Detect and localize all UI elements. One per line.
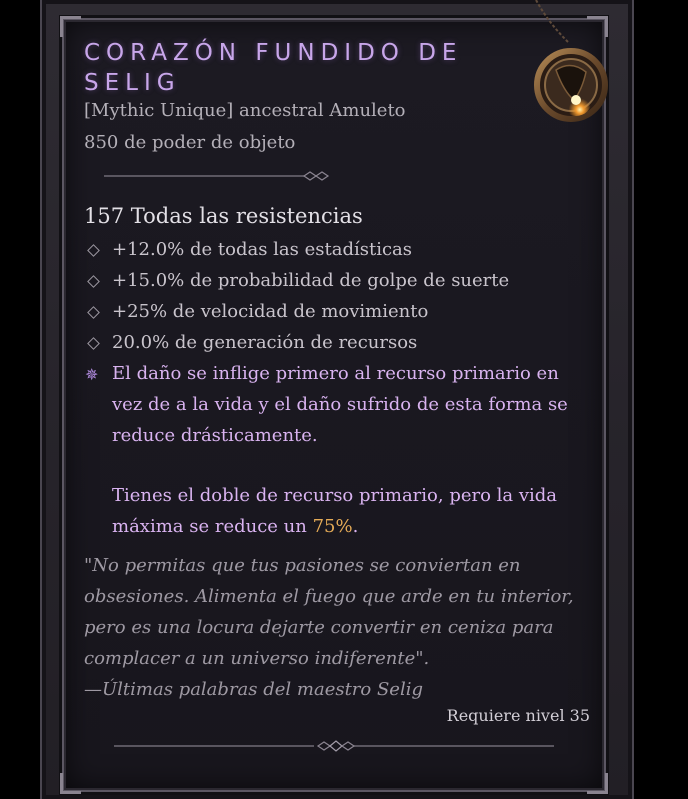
item-stats: 157 Todas las resistencias +12.0% de tod…	[84, 204, 584, 542]
affix-text: +12.0% de todas las estadísticas	[112, 239, 413, 260]
flavor-attribution: —Últimas palabras del maestro Selig	[84, 679, 423, 700]
header-divider	[104, 171, 330, 181]
main-stat: 157 Todas las resistencias	[84, 204, 363, 228]
item-power: 850 de poder de objeto	[84, 132, 296, 153]
affix-text: 20.0% de generación de recursos	[112, 332, 418, 353]
affix-text: +25% de velocidad de movimiento	[112, 301, 429, 322]
diamond-bullet-icon	[87, 337, 100, 350]
affix-line: +25% de velocidad de movimiento	[84, 296, 584, 327]
highlight-value: 75%	[312, 516, 353, 537]
amulet-icon	[534, 0, 608, 122]
affix-text: +15.0% de probabilidad de golpe de suert…	[112, 270, 510, 291]
frame-corner	[60, 16, 81, 37]
unique-power: ✵ El daño se inflige primero al recurso …	[84, 358, 584, 542]
mythic-spark-icon: ✵	[85, 365, 99, 384]
frame-corner	[60, 773, 81, 794]
diamond-bullet-icon	[87, 275, 100, 288]
required-level: Requiere nivel 35	[446, 706, 590, 725]
affix-line: +12.0% de todas las estadísticas	[84, 234, 584, 265]
frame-corner	[587, 773, 608, 794]
affix-line: +15.0% de probabilidad de golpe de suert…	[84, 265, 584, 296]
affix-line: 20.0% de generación de recursos	[84, 327, 584, 358]
item-tooltip: Corazón fundido de Selig [Mythic Unique]…	[60, 16, 608, 794]
unique-power-text-2: Tienes el doble de recurso primario, per…	[112, 485, 558, 537]
flavor-quote: "No permitas que tus pasiones se convier…	[84, 555, 574, 669]
diamond-bullet-icon	[87, 244, 100, 257]
footer-divider	[114, 740, 554, 752]
item-name: Corazón fundido de Selig	[84, 40, 463, 96]
item-type-line: [Mythic Unique] ancestral Amuleto	[84, 100, 406, 121]
diamond-bullet-icon	[87, 306, 100, 319]
flavor-text: "No permitas que tus pasiones se convier…	[84, 550, 584, 705]
unique-power-text: El daño se inflige primero al recurso pr…	[112, 363, 568, 446]
